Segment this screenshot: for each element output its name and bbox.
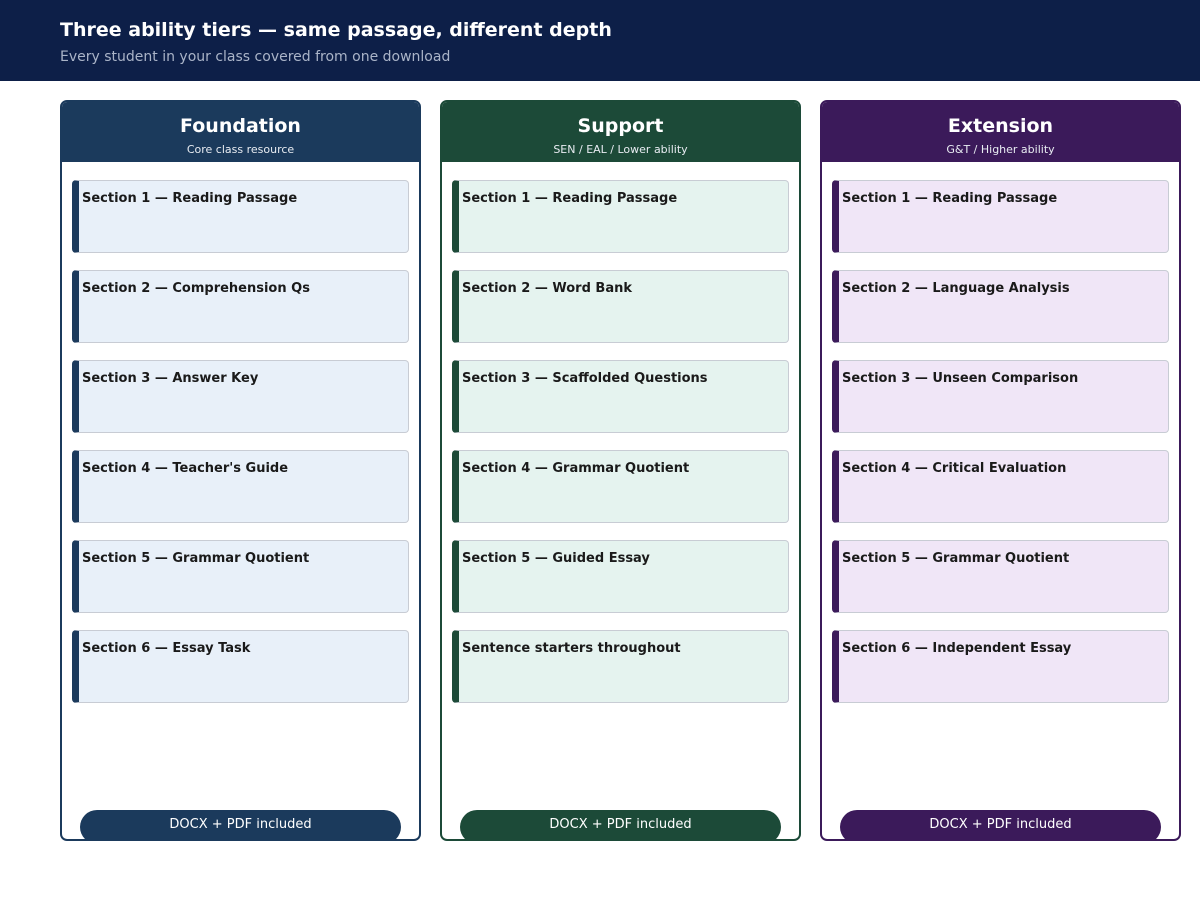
section-card: Section 2 — Word Bank	[452, 270, 789, 343]
section-card: Section 4 — Critical Evaluation	[832, 450, 1169, 523]
tier-column-extension: Extension G&T / Higher ability Section 1 —…	[820, 100, 1181, 841]
section-card: Section 3 — Scaffolded Questions	[452, 360, 789, 433]
section-label: Section 3 — Unseen Comparison	[842, 371, 1079, 386]
section-label: Section 3 — Scaffolded Questions	[462, 371, 708, 386]
section-label: Section 3 — Answer Key	[82, 371, 259, 386]
section-label: Sentence starters throughout	[462, 641, 681, 656]
section-label: Section 2 — Comprehension Qs	[82, 281, 310, 296]
tier-header: Support SEN / EAL / Lower ability	[442, 102, 799, 162]
tier-column-support: Support SEN / EAL / Lower ability Section …	[440, 100, 801, 841]
section-label: Section 6 — Essay Task	[82, 641, 251, 656]
tier-subtitle: Core class resource	[186, 143, 295, 156]
section-label: Section 2 — Language Analysis	[842, 281, 1070, 296]
tier-subtitle: G&T / Higher ability	[946, 143, 1055, 156]
section-card: Section 1 — Reading Passage	[832, 180, 1169, 253]
format-badge: DOCX + PDF included	[840, 810, 1161, 839]
section-label: Section 4 — Grammar Quotient	[462, 461, 690, 476]
section-label: Section 1 — Reading Passage	[82, 191, 298, 206]
section-card: Section 5 — Guided Essay	[452, 540, 789, 613]
section-card: Section 2 — Language Analysis	[832, 270, 1169, 343]
section-label: Section 5 — Guided Essay	[462, 551, 650, 566]
page-title: Three ability tiers — same passage, diff…	[60, 19, 612, 41]
page-header: Three ability tiers — same passage, diff…	[0, 0, 1200, 81]
section-label: Section 1 — Reading Passage	[842, 191, 1058, 206]
section-card: Section 3 — Unseen Comparison	[832, 360, 1169, 433]
section-card: Sentence starters throughout	[452, 630, 789, 703]
section-label: Section 4 — Critical Evaluation	[842, 461, 1067, 476]
tier-header: Foundation Core class resource	[62, 102, 419, 162]
tier-subtitle: SEN / EAL / Lower ability	[553, 143, 688, 156]
section-card: Section 5 — Grammar Quotient	[72, 540, 409, 613]
section-card: Section 2 — Comprehension Qs	[72, 270, 409, 343]
section-label: Section 2 — Word Bank	[462, 281, 632, 296]
tier-title: Support	[577, 115, 664, 137]
section-card: Section 1 — Reading Passage	[72, 180, 409, 253]
tier-title: Foundation	[180, 115, 301, 137]
section-card: Section 4 — Teacher's Guide	[72, 450, 409, 523]
page-subtitle: Every student in your class covered from…	[60, 49, 451, 65]
section-label: Section 5 — Grammar Quotient	[842, 551, 1070, 566]
section-card: Section 3 — Answer Key	[72, 360, 409, 433]
tier-header: Extension G&T / Higher ability	[822, 102, 1179, 162]
format-badge: DOCX + PDF included	[80, 810, 401, 839]
tier-title: Extension	[947, 115, 1054, 137]
section-label: Section 6 — Independent Essay	[842, 641, 1072, 656]
format-badge: DOCX + PDF included	[460, 810, 781, 839]
section-card: Section 6 — Independent Essay	[832, 630, 1169, 703]
tier-column-foundation: Foundation Core class resource Section 1 —…	[60, 100, 421, 841]
section-label: Section 4 — Teacher's Guide	[82, 461, 289, 476]
section-label: Section 1 — Reading Passage	[462, 191, 678, 206]
section-label: Section 5 — Grammar Quotient	[82, 551, 310, 566]
section-card: Section 4 — Grammar Quotient	[452, 450, 789, 523]
section-card: Section 5 — Grammar Quotient	[832, 540, 1169, 613]
section-card: Section 1 — Reading Passage	[452, 180, 789, 253]
section-card: Section 6 — Essay Task	[72, 630, 409, 703]
